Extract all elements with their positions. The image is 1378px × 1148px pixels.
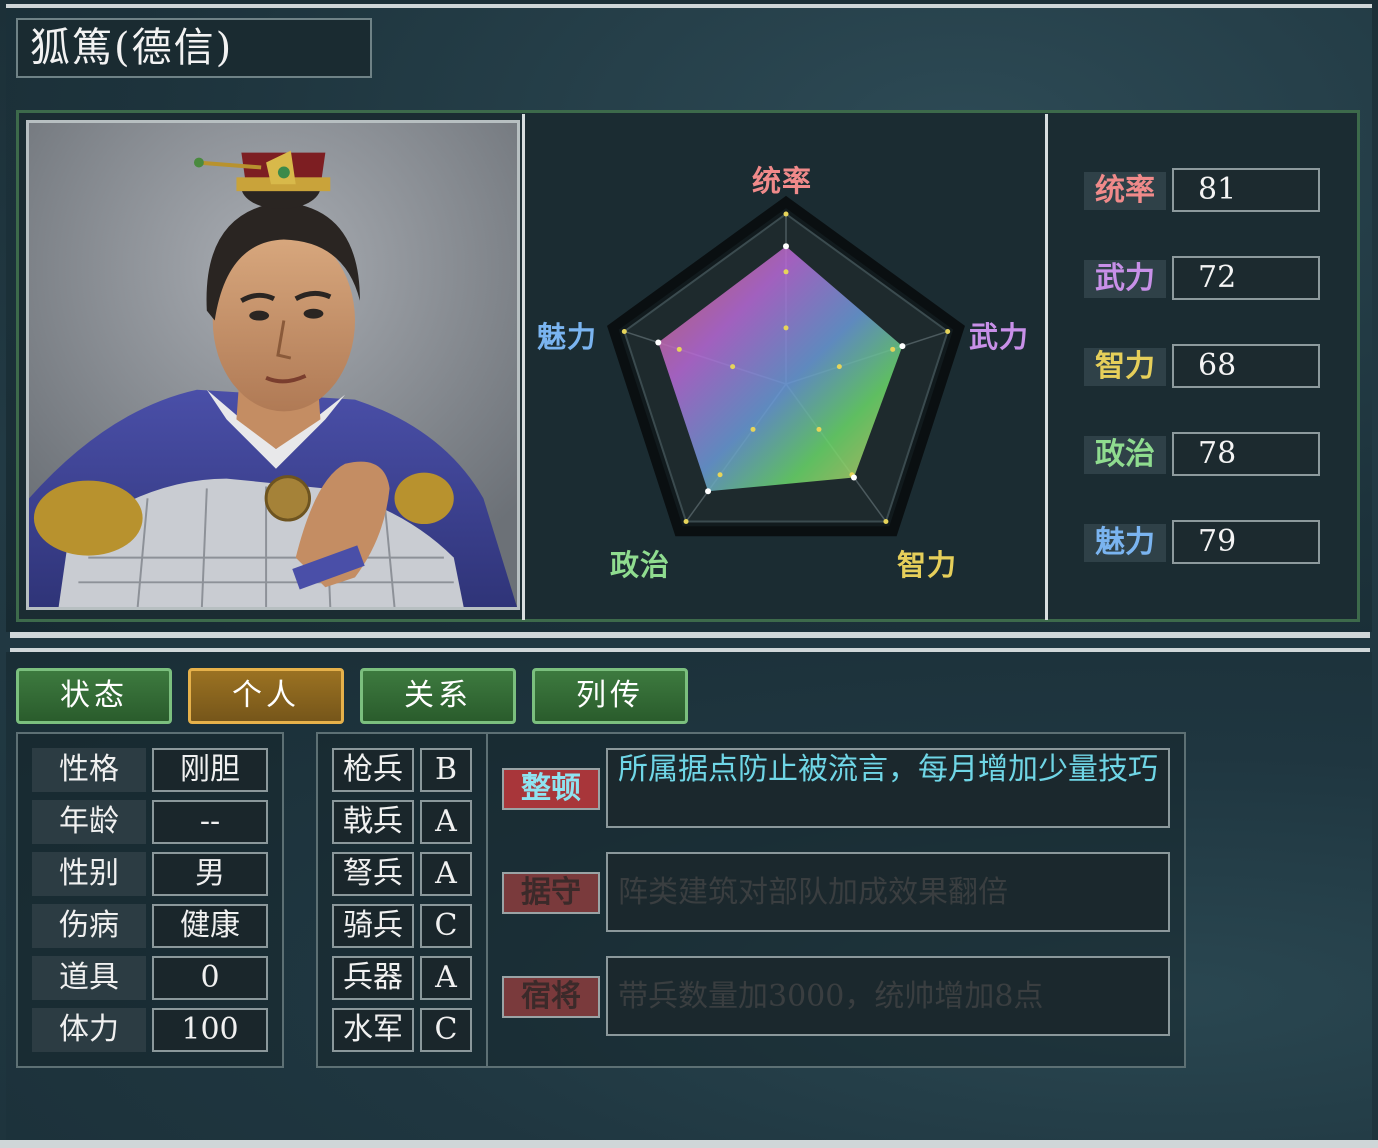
panel-divider — [522, 114, 525, 620]
radar-tick-dot — [783, 325, 789, 331]
radar-label-command: 统率 — [752, 164, 813, 198]
info-value: -- — [152, 800, 268, 844]
skill-desc-defend: 阵类建筑对部队加成效果翻倍 — [606, 852, 1170, 932]
stat-value: 79 — [1172, 520, 1320, 564]
info-row-stamina: 体力 100 — [32, 1008, 268, 1052]
info-row-personality: 性格 刚胆 — [32, 748, 268, 792]
radar-tick-dot — [676, 346, 682, 352]
tab-relations[interactable]: 关系 — [360, 668, 516, 724]
radar-data-point — [655, 339, 662, 346]
info-value: 刚胆 — [152, 748, 268, 792]
radar-tick-dot — [890, 346, 896, 352]
info-label: 伤病 — [32, 904, 146, 948]
radar-label-politics: 政治 — [610, 548, 671, 582]
info-label: 年龄 — [32, 800, 146, 844]
info-label: 性格 — [32, 748, 146, 792]
officer-name: 狐篤(德信) — [16, 18, 372, 78]
troop-grade: C — [420, 904, 472, 948]
stat-row-war: 武力 72 — [1084, 256, 1324, 300]
troop-grade: A — [420, 956, 472, 1000]
radar-data-point — [850, 474, 857, 481]
info-value: 0 — [152, 956, 268, 1000]
box-divider — [486, 734, 488, 1066]
radar-tick-dot — [783, 269, 789, 275]
troop-row-navy: 水军 C — [332, 1008, 472, 1052]
stat-label: 魅力 — [1084, 524, 1166, 562]
stat-value: 72 — [1172, 256, 1320, 300]
troop-row-cavalry: 骑兵 C — [332, 904, 472, 948]
radar-tick-dot — [717, 472, 723, 478]
section-divider — [10, 632, 1370, 638]
troop-row-siege: 兵器 A — [332, 956, 472, 1000]
info-label: 体力 — [32, 1008, 146, 1052]
radar-tick-dot — [836, 364, 842, 370]
tab-personal[interactable]: 个人 — [188, 668, 344, 724]
info-row-items: 道具 0 — [32, 956, 268, 1000]
stat-row-command: 统率 81 — [1084, 168, 1324, 212]
info-row-age: 年龄 -- — [32, 800, 268, 844]
skill-tag-defend[interactable]: 据守 — [502, 872, 600, 914]
troop-row-halberd: 戟兵 A — [332, 800, 472, 844]
info-value: 100 — [152, 1008, 268, 1052]
info-label: 性别 — [32, 852, 146, 896]
radar-tick-dot — [945, 328, 951, 334]
radar-tick-dot — [883, 519, 889, 525]
info-value: 健康 — [152, 904, 268, 948]
radar-data-point — [783, 243, 789, 250]
tab-biography[interactable]: 列传 — [532, 668, 688, 724]
skill-tag-veteran[interactable]: 宿将 — [502, 976, 600, 1018]
bottom-border — [0, 1140, 1378, 1148]
radar-tick-dot — [750, 426, 756, 432]
stat-row-politics: 政治 78 — [1084, 432, 1324, 476]
officer-portrait — [26, 120, 520, 610]
troop-label: 戟兵 — [332, 800, 414, 844]
radar-tick-dot — [783, 211, 789, 217]
troop-label: 枪兵 — [332, 748, 414, 792]
troop-label: 弩兵 — [332, 852, 414, 896]
troop-grade: A — [420, 852, 472, 896]
tab-status[interactable]: 状态 — [16, 668, 172, 724]
radar-tick-dot — [816, 426, 822, 432]
stat-value: 68 — [1172, 344, 1320, 388]
troop-label: 骑兵 — [332, 904, 414, 948]
troop-row-spear: 枪兵 B — [332, 748, 472, 792]
troop-grade: C — [420, 1008, 472, 1052]
radar-data-point — [899, 343, 906, 350]
skill-tag-reorganize[interactable]: 整顿 — [502, 768, 600, 810]
skill-desc-reorganize: 所属据点防止被流言，每月增加少量技巧 — [606, 748, 1170, 828]
stat-label: 智力 — [1084, 348, 1166, 386]
stat-row-intelligence: 智力 68 — [1084, 344, 1324, 388]
radar-label-war: 武力 — [969, 320, 1030, 354]
info-row-gender: 性别 男 — [32, 852, 268, 896]
radar-tick-dot — [683, 519, 689, 525]
stat-value: 81 — [1172, 168, 1320, 212]
info-label: 道具 — [32, 956, 146, 1000]
troop-grade: A — [420, 800, 472, 844]
radar-label-charisma: 魅力 — [537, 320, 598, 354]
stat-label: 政治 — [1084, 436, 1166, 474]
skill-desc-veteran: 带兵数量加3000，统帅增加8点 — [606, 956, 1170, 1036]
troop-grade: B — [420, 748, 472, 792]
stat-row-charisma: 魅力 79 — [1084, 520, 1324, 564]
stat-label: 统率 — [1084, 172, 1166, 210]
radar-label-intelligence: 智力 — [897, 548, 958, 582]
stat-radar-chart: 统率 武力 智力 政治 魅力 — [527, 114, 1045, 620]
stat-value: 78 — [1172, 432, 1320, 476]
info-row-injury: 伤病 健康 — [32, 904, 268, 948]
radar-tick-dot — [621, 328, 627, 334]
radar-data-point — [705, 488, 712, 495]
radar-tick-dot — [730, 364, 736, 370]
troop-label: 兵器 — [332, 956, 414, 1000]
panel-divider — [1045, 114, 1048, 620]
troop-label: 水军 — [332, 1008, 414, 1052]
troop-row-crossbow: 弩兵 A — [332, 852, 472, 896]
stat-label: 武力 — [1084, 260, 1166, 298]
info-value: 男 — [152, 852, 268, 896]
